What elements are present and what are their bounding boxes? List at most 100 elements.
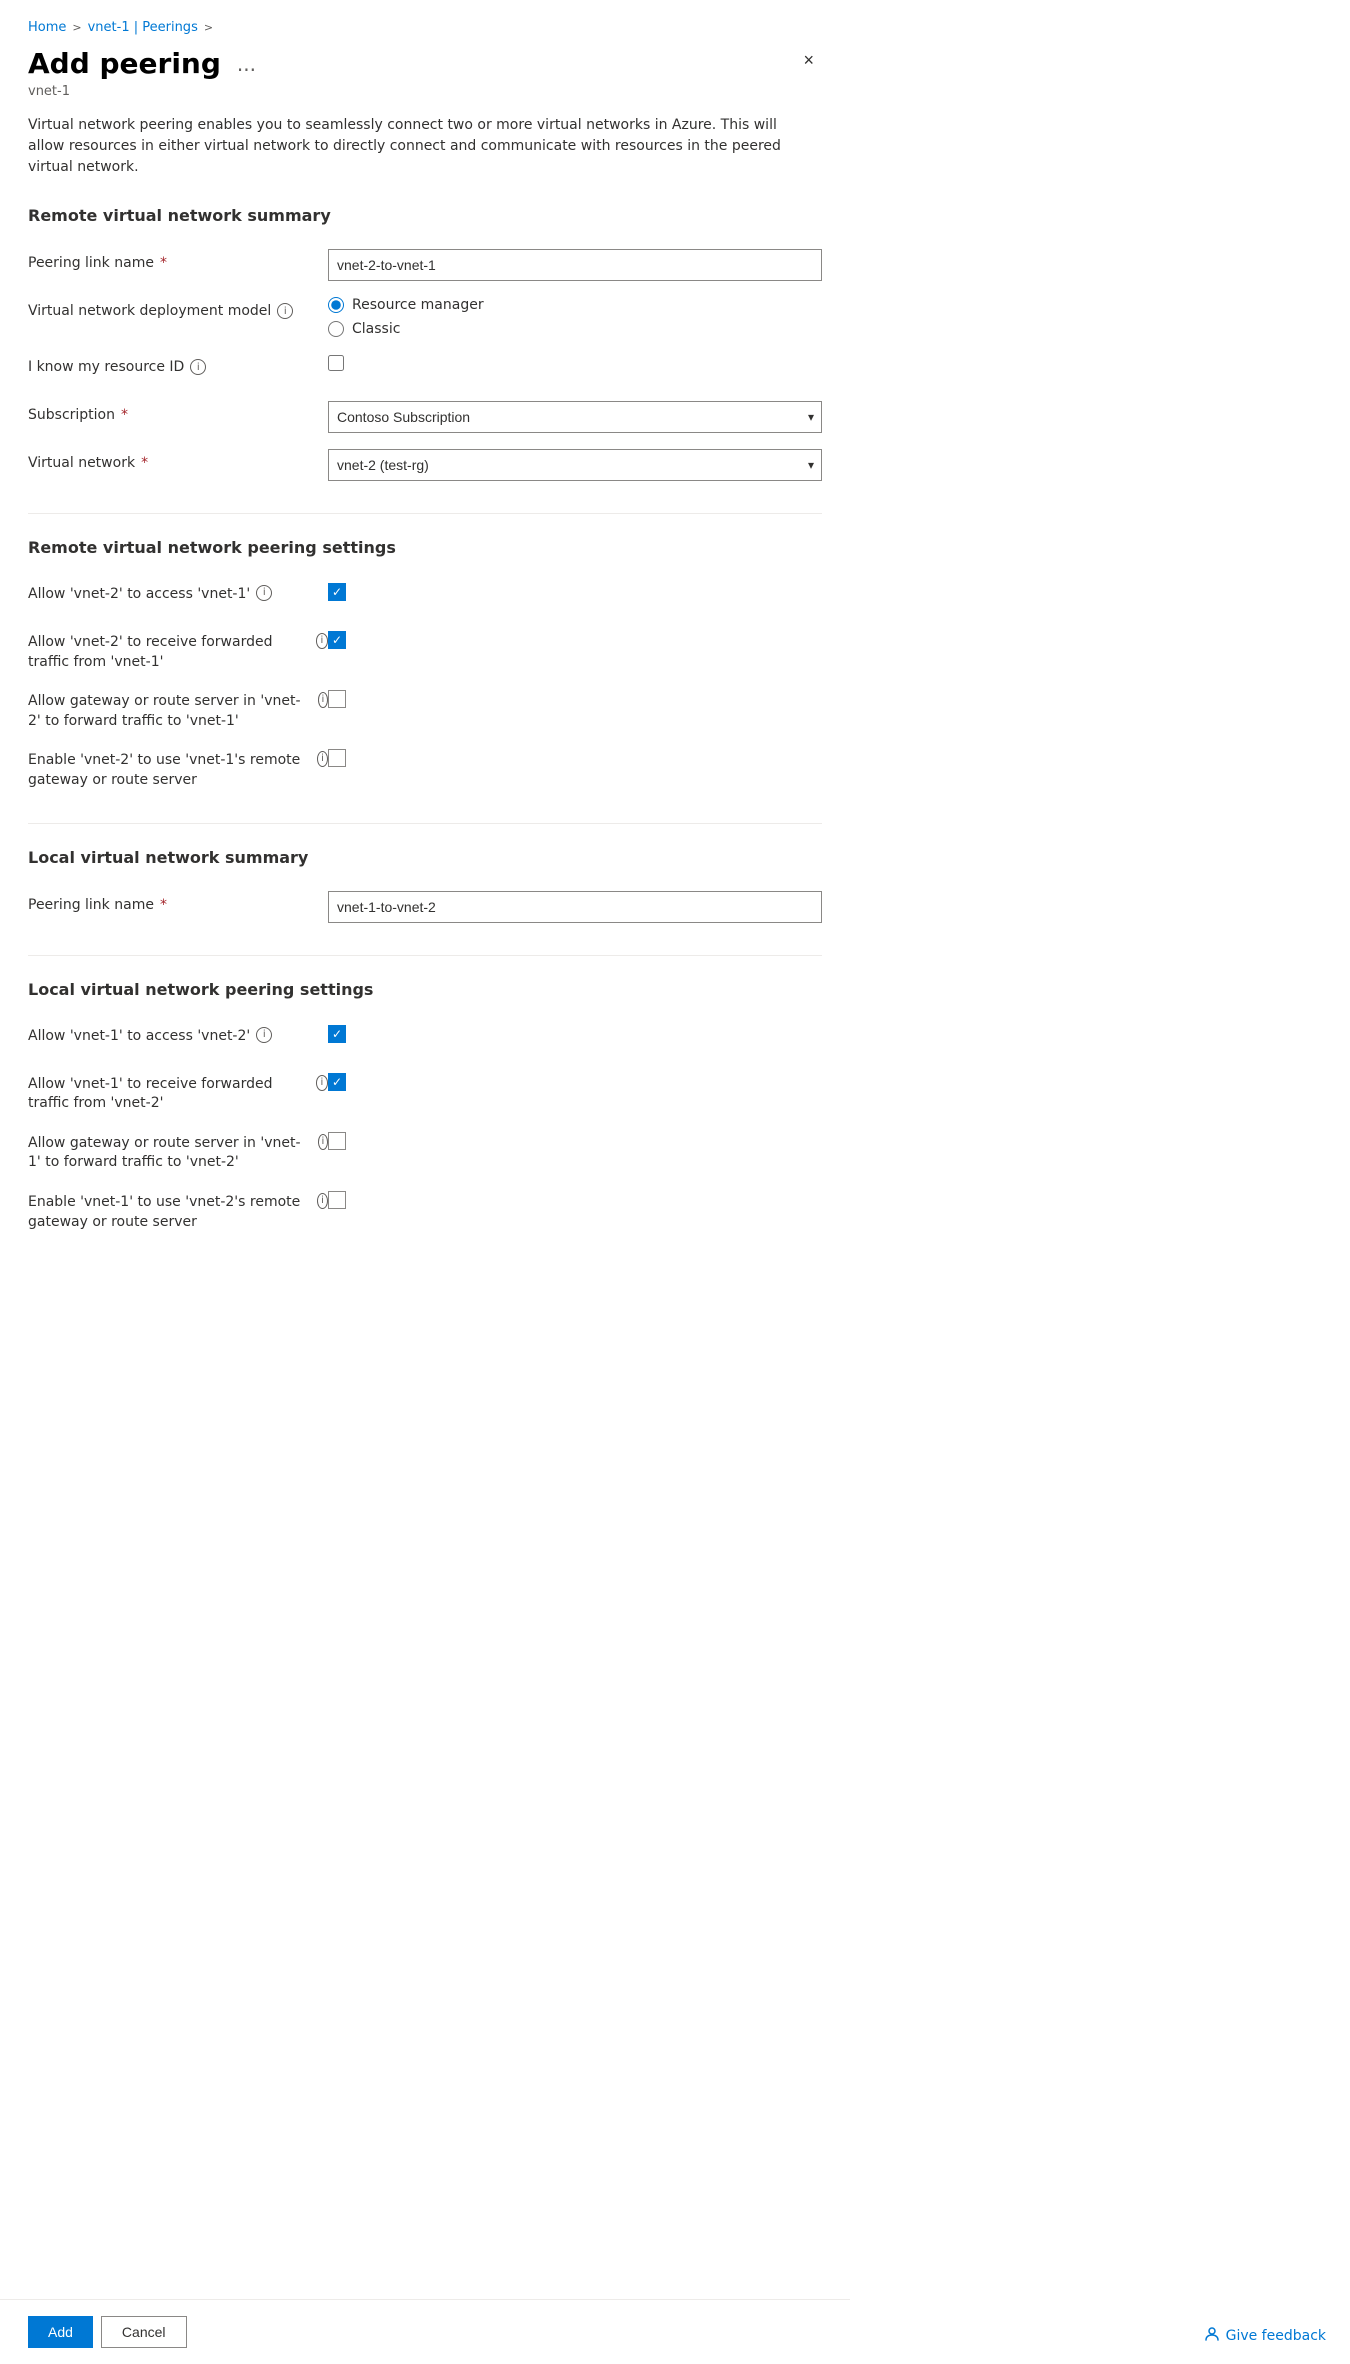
virtual-network-required-star: * (141, 455, 148, 471)
local-allow-forwarded-info-icon[interactable]: i (316, 1075, 328, 1091)
local-peering-link-label: Peering link name * (28, 891, 328, 913)
local-allow-forwarded-checkbox[interactable] (328, 1073, 346, 1091)
remote-peering-link-input[interactable] (328, 249, 822, 281)
local-enable-gateway-checkbox[interactable] (328, 1191, 346, 1209)
virtual-network-control: vnet-2 (test-rg) ▾ (328, 449, 822, 481)
footer: Add Cancel (0, 2299, 850, 2364)
virtual-network-select-wrapper: vnet-2 (test-rg) ▾ (328, 449, 822, 481)
breadcrumb-vnet-peerings[interactable]: vnet-1 | Peerings (88, 20, 198, 35)
resource-manager-radio[interactable] (328, 297, 344, 313)
deployment-model-label: Virtual network deployment model i (28, 297, 328, 319)
local-peering-link-control (328, 891, 822, 923)
remote-allow-gateway-info-icon[interactable]: i (318, 692, 328, 708)
local-peering-link-input[interactable] (328, 891, 822, 923)
breadcrumb-sep2: > (204, 21, 213, 34)
local-peering-settings-title: Local virtual network peering settings (28, 980, 822, 1007)
local-allow-access-label: Allow 'vnet-1' to access 'vnet-2' i (28, 1023, 328, 1047)
resource-manager-label: Resource manager (352, 297, 484, 313)
local-peering-link-row: Peering link name * (28, 891, 822, 923)
remote-allow-forwarded-control (328, 629, 822, 649)
resource-id-control (328, 353, 822, 375)
divider-3 (28, 955, 822, 956)
resource-id-label: I know my resource ID i (28, 353, 328, 375)
local-allow-gateway-row: Allow gateway or route server in 'vnet-1… (28, 1130, 822, 1173)
remote-summary-title: Remote virtual network summary (28, 206, 822, 233)
subscription-select[interactable]: Contoso Subscription (328, 401, 822, 433)
remote-peering-link-control (328, 249, 822, 281)
local-allow-forwarded-row: Allow 'vnet-1' to receive forwarded traf… (28, 1071, 822, 1114)
subscription-control: Contoso Subscription ▾ (328, 401, 822, 433)
resource-id-checkbox[interactable] (328, 355, 344, 371)
remote-allow-forwarded-info-icon[interactable]: i (316, 633, 328, 649)
breadcrumb: Home > vnet-1 | Peerings > (28, 20, 822, 35)
local-allow-gateway-label: Allow gateway or route server in 'vnet-1… (28, 1130, 328, 1173)
remote-allow-gateway-label: Allow gateway or route server in 'vnet-2… (28, 688, 328, 731)
local-summary-section: Local virtual network summary Peering li… (28, 848, 822, 923)
local-enable-gateway-control (328, 1189, 822, 1213)
remote-peering-settings-section: Remote virtual network peering settings … (28, 538, 822, 791)
remote-enable-gateway-checkbox[interactable] (328, 749, 346, 767)
remote-allow-access-row: Allow 'vnet-2' to access 'vnet-1' i (28, 581, 822, 613)
remote-allow-gateway-checkbox[interactable] (328, 690, 346, 708)
page-header: Add peering ... × (28, 47, 822, 80)
local-enable-gateway-row: Enable 'vnet-1' to use 'vnet-2's remote … (28, 1189, 822, 1232)
remote-enable-gateway-control (328, 747, 822, 771)
add-button[interactable]: Add (28, 2316, 93, 2348)
subscription-required-star: * (121, 407, 128, 423)
remote-allow-access-label: Allow 'vnet-2' to access 'vnet-1' i (28, 581, 328, 605)
local-peering-settings-section: Local virtual network peering settings A… (28, 980, 822, 1233)
deployment-model-row: Virtual network deployment model i Resou… (28, 297, 822, 337)
page-description: Virtual network peering enables you to s… (28, 115, 808, 178)
breadcrumb-home[interactable]: Home (28, 20, 66, 35)
resource-manager-option[interactable]: Resource manager (328, 297, 822, 313)
classic-option[interactable]: Classic (328, 321, 822, 337)
close-button[interactable]: × (795, 47, 822, 73)
divider-2 (28, 823, 822, 824)
cancel-button[interactable]: Cancel (101, 2316, 187, 2348)
local-summary-title: Local virtual network summary (28, 848, 822, 875)
deployment-model-info-icon[interactable]: i (277, 303, 293, 319)
local-allow-gateway-info-icon[interactable]: i (318, 1134, 328, 1150)
remote-allow-gateway-row: Allow gateway or route server in 'vnet-2… (28, 688, 822, 731)
remote-peering-link-row: Peering link name * (28, 249, 822, 281)
classic-label: Classic (352, 321, 400, 337)
remote-allow-access-info-icon[interactable]: i (256, 585, 272, 601)
local-enable-gateway-label: Enable 'vnet-1' to use 'vnet-2's remote … (28, 1189, 328, 1232)
local-required-star: * (160, 897, 167, 913)
local-allow-access-checkbox[interactable] (328, 1025, 346, 1043)
subscription-select-wrapper: Contoso Subscription ▾ (328, 401, 822, 433)
local-allow-gateway-checkbox[interactable] (328, 1132, 346, 1150)
local-allow-access-info-icon[interactable]: i (256, 1027, 272, 1043)
remote-allow-access-checkbox[interactable] (328, 583, 346, 601)
page-title: Add peering (28, 47, 221, 80)
subscription-label: Subscription * (28, 401, 328, 423)
classic-radio[interactable] (328, 321, 344, 337)
remote-peering-link-label: Peering link name * (28, 249, 328, 271)
feedback-label: Give feedback (1226, 2328, 1326, 2344)
remote-allow-access-control (328, 581, 822, 601)
deployment-model-control: Resource manager Classic (328, 297, 822, 337)
local-allow-forwarded-control (328, 1071, 822, 1091)
virtual-network-select[interactable]: vnet-2 (test-rg) (328, 449, 822, 481)
resource-id-info-icon[interactable]: i (190, 359, 206, 375)
remote-enable-gateway-info-icon[interactable]: i (317, 751, 328, 767)
deployment-model-radio-group: Resource manager Classic (328, 297, 822, 337)
resource-id-row: I know my resource ID i (28, 353, 822, 385)
local-allow-access-control (328, 1023, 822, 1043)
remote-summary-section: Remote virtual network summary Peering l… (28, 206, 822, 481)
remote-allow-forwarded-label: Allow 'vnet-2' to receive forwarded traf… (28, 629, 328, 672)
subscription-row: Subscription * Contoso Subscription ▾ (28, 401, 822, 433)
remote-peering-settings-title: Remote virtual network peering settings (28, 538, 822, 565)
feedback-link[interactable]: Give feedback (1204, 2326, 1326, 2346)
local-allow-gateway-control (328, 1130, 822, 1154)
more-options-icon[interactable]: ... (231, 50, 262, 78)
feedback-icon (1204, 2326, 1220, 2346)
local-enable-gateway-info-icon[interactable]: i (317, 1193, 328, 1209)
local-allow-forwarded-label: Allow 'vnet-1' to receive forwarded traf… (28, 1071, 328, 1114)
divider-1 (28, 513, 822, 514)
remote-allow-forwarded-row: Allow 'vnet-2' to receive forwarded traf… (28, 629, 822, 672)
remote-allow-forwarded-checkbox[interactable] (328, 631, 346, 649)
page-subtitle: vnet-1 (28, 84, 822, 99)
virtual-network-row: Virtual network * vnet-2 (test-rg) ▾ (28, 449, 822, 481)
remote-enable-gateway-row: Enable 'vnet-2' to use 'vnet-1's remote … (28, 747, 822, 790)
